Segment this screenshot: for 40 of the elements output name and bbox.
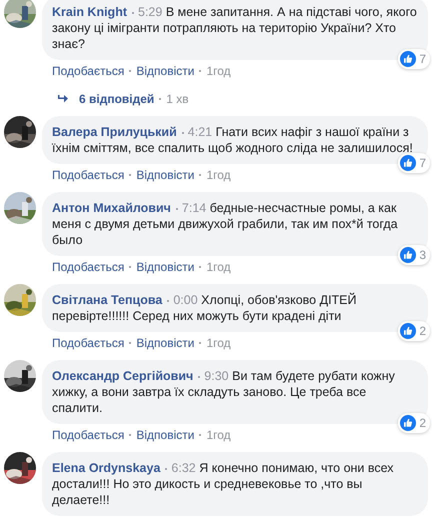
comment-action-link[interactable]: Відповісти <box>136 335 194 351</box>
comment-action-link[interactable]: Подобається <box>52 427 124 443</box>
like-icon <box>400 51 416 67</box>
author-name[interactable]: Elena Ordynskaya <box>52 461 160 475</box>
comment-age: 1год <box>206 427 231 443</box>
comment-age: 1год <box>206 63 231 79</box>
comment-action-link[interactable]: Відповісти <box>136 63 194 79</box>
author-name[interactable]: Олександр Сергійович <box>52 369 194 383</box>
comment-action-link[interactable]: Подобається <box>52 335 124 351</box>
reaction-count: 2 <box>419 324 426 338</box>
author-name[interactable]: Антон Михайлович <box>52 201 171 215</box>
reaction-count: 7 <box>419 156 426 170</box>
comment-text: Валера Прилуцький 4:21 Гнати всих нафіг з нашої країни з їхнім сміттям, все спалить щоб жодного сліда не залишилося! <box>52 124 414 156</box>
author-name[interactable]: Krain Knight <box>52 5 127 19</box>
like-icon <box>400 323 416 339</box>
comment-text: Олександр Сергійович 9:30 Ви там будете рубати кожну хижку, а вони завтра їх складуть заново. Це треба все спалити. <box>52 368 396 416</box>
author-name[interactable]: Світлана Тепцова <box>52 293 162 307</box>
comment-text: Антон Михайлович 7:14 бедные-несчастные ромы, а как меня с двумя детьми движухой грабили, так им пох*й тогда было <box>52 200 399 248</box>
reaction-count: 2 <box>419 416 426 430</box>
comment-text: Krain Knight 5:29 В мене запитання. А на підставі чого, якого закону ці імігранти потрапляють на територію України? Хто знає? <box>52 4 418 52</box>
comment-age: 1год <box>206 335 231 351</box>
like-icon <box>400 247 416 263</box>
comment-age: 1год <box>206 259 231 275</box>
like-icon <box>400 155 416 171</box>
comment-action-link[interactable]: Подобається <box>52 63 124 79</box>
comment-action-link[interactable]: Подобається <box>52 259 124 275</box>
comment-text: Світлана Тепцова 0:00 Хлопці, обов'язково ДІТЕЙ перевірте!!!!!! Серед них можуть бути крадені діти <box>52 292 358 324</box>
reaction-count: 3 <box>419 248 426 262</box>
reply-arrow-icon <box>58 95 68 103</box>
comment-text: Elena Ordynskaya 6:32 Я конечно понимаю, что они всех достали!!! Но это дикость и средневековье то ,что вы делаете!!! <box>52 460 395 508</box>
author-name[interactable]: Валера Прилуцький <box>52 125 177 139</box>
replies-link[interactable]: 6 відповідей <box>79 91 154 107</box>
like-icon <box>400 415 416 431</box>
reaction-count: 7 <box>419 52 426 66</box>
comment-action-link[interactable]: Відповісти <box>136 427 194 443</box>
replies-age: 1 хв <box>166 91 189 107</box>
comment-action-link[interactable]: Подобається <box>52 167 124 183</box>
comment-action-link[interactable]: Відповісти <box>136 167 194 183</box>
comment-age: 1год <box>206 167 231 183</box>
comment-action-link[interactable]: Відповісти <box>136 259 194 275</box>
